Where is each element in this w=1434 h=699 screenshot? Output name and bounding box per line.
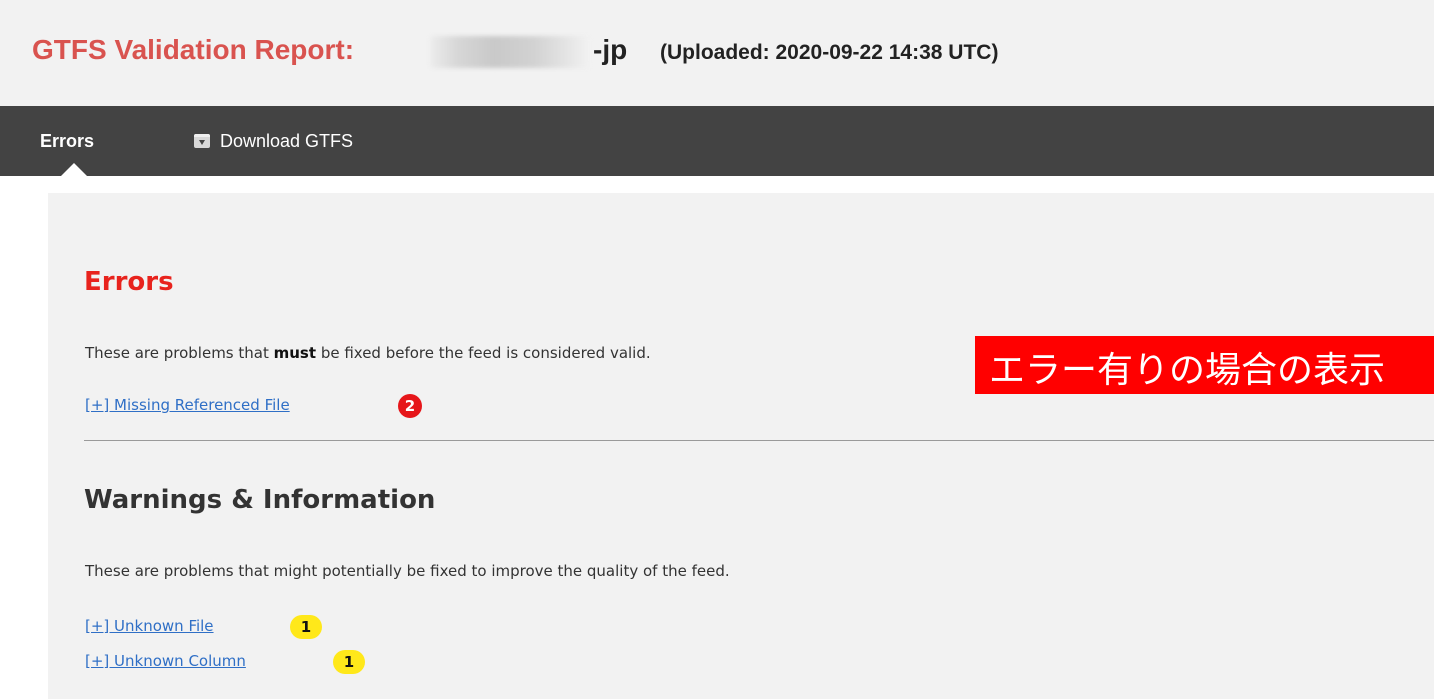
- errors-heading: Errors: [84, 267, 174, 297]
- errors-description: These are problems that must be fixed be…: [85, 344, 651, 362]
- upload-timestamp: (Uploaded: 2020-09-22 14:38 UTC): [660, 41, 999, 64]
- errors-description-end: be fixed before the feed is considered v…: [316, 344, 651, 362]
- download-gtfs-label: Download GTFS: [220, 131, 354, 151]
- redacted-feed-name: [430, 36, 590, 68]
- error-count-badge: 2: [398, 394, 422, 418]
- warnings-heading: Warnings & Information: [84, 485, 436, 515]
- report-page: GTFS Validation Report: -jp (Uploaded: 2…: [0, 0, 1434, 699]
- report-header: GTFS Validation Report: -jp (Uploaded: 2…: [0, 0, 1434, 106]
- unknown-column-link[interactable]: [+] Unknown Column: [85, 652, 246, 670]
- active-tab-caret-icon: [61, 163, 87, 176]
- section-divider: [84, 440, 1434, 441]
- report-title: GTFS Validation Report:: [32, 34, 355, 65]
- tab-errors-label: Errors: [40, 131, 95, 151]
- download-gtfs-link[interactable]: Download GTFS: [194, 106, 353, 176]
- main-content: Errors These are problems that must be f…: [48, 193, 1434, 699]
- download-box-icon: [194, 134, 210, 148]
- warning-count-badge: 1: [290, 615, 322, 639]
- missing-referenced-file-link[interactable]: [+] Missing Referenced File: [85, 396, 290, 414]
- warning-count-badge: 1: [333, 650, 365, 674]
- unknown-file-link[interactable]: [+] Unknown File: [85, 617, 214, 635]
- warnings-description: These are problems that might potentiall…: [85, 562, 730, 580]
- errors-description-start: These are problems that: [85, 344, 274, 362]
- navbar: Errors Download GTFS: [0, 106, 1434, 176]
- feed-name-suffix: -jp: [593, 34, 628, 65]
- annotation-text: エラー有りの場合の表示: [989, 350, 1386, 391]
- errors-description-emphasis: must: [273, 344, 317, 362]
- annotation-callout: エラー有りの場合の表示: [975, 336, 1434, 394]
